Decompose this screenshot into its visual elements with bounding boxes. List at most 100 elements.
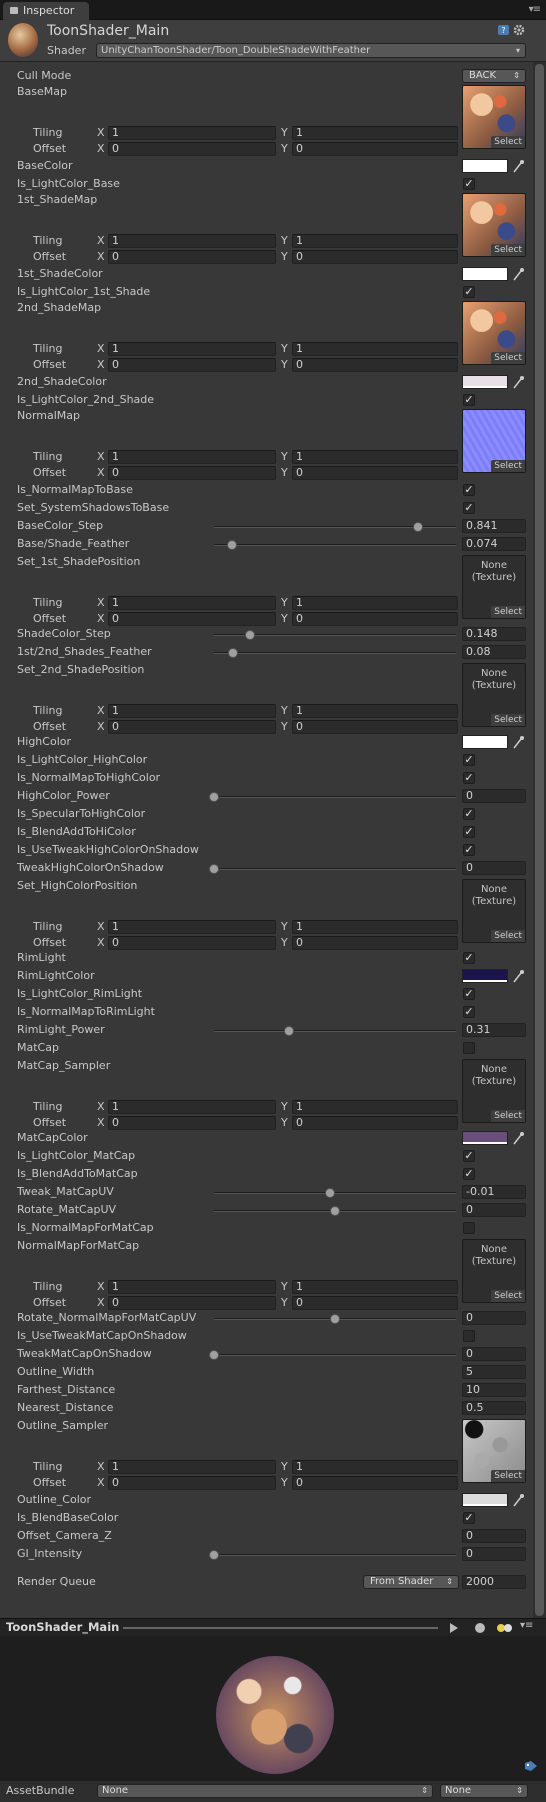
shademap1-tiling-y-field[interactable]: 1 — [292, 234, 458, 248]
shademap2-tiling-y-field[interactable]: 1 — [292, 342, 458, 356]
texture-select-button[interactable]: Select — [491, 714, 525, 726]
tweak_hc-slider-track[interactable] — [214, 868, 456, 870]
nm_for_matcap-offset-y-field[interactable]: 0 — [292, 1296, 458, 1310]
texture-select-button[interactable]: Select — [491, 352, 525, 364]
basemap-offset-y-field[interactable]: 0 — [292, 142, 458, 156]
tag-icon[interactable] — [524, 1760, 538, 1772]
rotate_nm_matcap-slider-knob[interactable] — [330, 1314, 340, 1324]
set_hc_pos-tiling-y-field[interactable]: 1 — [292, 920, 458, 934]
menu-icon[interactable]: ▾≡ — [529, 4, 541, 15]
set_1st_pos-texture-slot[interactable]: None (Texture) Select — [462, 555, 526, 619]
shademap1-offset-y-field[interactable]: 0 — [292, 250, 458, 264]
tweak_matcap_shadow-slider-track[interactable] — [214, 1354, 456, 1356]
shades_feather-value[interactable]: 0.08 — [462, 645, 526, 659]
shademap1-tiling-x-field[interactable]: 1 — [108, 234, 276, 248]
cull-mode-dropdown[interactable]: BACK ⇕ — [462, 69, 526, 83]
set_1st_pos-tiling-x-field[interactable]: 1 — [108, 596, 276, 610]
rim_power-slider-track[interactable] — [214, 1030, 456, 1032]
set_hc_pos-offset-x-field[interactable]: 0 — [108, 936, 276, 950]
set_2nd_pos-tiling-x-field[interactable]: 1 — [108, 704, 276, 718]
lights-icon[interactable] — [496, 1622, 514, 1634]
normalmap-tiling-y-field[interactable]: 1 — [292, 450, 458, 464]
rim_power-slider-knob[interactable] — [284, 1026, 295, 1036]
is_lc_matcap-checkbox[interactable]: ✓ — [463, 1150, 475, 1162]
tweak_hc-slider-knob[interactable] — [209, 864, 219, 874]
shadecolor1-color-swatch[interactable] — [462, 267, 508, 281]
is_spec_hc-checkbox[interactable]: ✓ — [463, 808, 475, 820]
lock-icon[interactable] — [10, 7, 18, 14]
preview-area[interactable] — [0, 1636, 546, 1781]
matcap-checkbox[interactable] — [463, 1042, 475, 1054]
is_nm_rim-checkbox[interactable]: ✓ — [463, 1006, 475, 1018]
rim_power-value[interactable]: 0.31 — [462, 1023, 526, 1037]
outline_color-eyedropper-icon[interactable] — [512, 1493, 524, 1507]
texture-select-button[interactable]: Select — [491, 136, 525, 148]
shademap1-texture-slot[interactable]: Select — [462, 193, 526, 257]
outline_color-color-swatch[interactable] — [462, 1493, 508, 1507]
shademap2-tiling-x-field[interactable]: 1 — [108, 342, 276, 356]
rotate_matcap-value[interactable]: 0 — [462, 1203, 526, 1217]
texture-select-button[interactable]: Select — [491, 1110, 525, 1122]
basecolor_step-slider-knob[interactable] — [412, 522, 423, 532]
render-queue-value[interactable]: 2000 — [462, 1575, 526, 1589]
outline_width-value[interactable]: 5 — [462, 1365, 526, 1379]
sphere-icon[interactable] — [474, 1622, 486, 1634]
shadecolor_step-value[interactable]: 0.148 — [462, 627, 526, 641]
outline_sampler-offset-y-field[interactable]: 0 — [292, 1476, 458, 1490]
outline_sampler-tiling-y-field[interactable]: 1 — [292, 1460, 458, 1474]
set_1st_pos-offset-y-field[interactable]: 0 — [292, 612, 458, 626]
assetbundle-dropdown[interactable]: None ⇕ — [97, 1784, 433, 1798]
set_2nd_pos-tiling-y-field[interactable]: 1 — [292, 704, 458, 718]
matcap_sampler-tiling-y-field[interactable]: 1 — [292, 1100, 458, 1114]
texture-select-button[interactable]: Select — [491, 460, 525, 472]
set_1st_pos-tiling-y-field[interactable]: 1 — [292, 596, 458, 610]
basemap-tiling-y-field[interactable]: 1 — [292, 126, 458, 140]
basemap-texture-slot[interactable]: Select — [462, 85, 526, 149]
rotate_nm_matcap-value[interactable]: 0 — [462, 1311, 526, 1325]
offset_cam-value[interactable]: 0 — [462, 1529, 526, 1543]
outline_sampler-texture-slot[interactable]: Select — [462, 1419, 526, 1483]
tweak_matcap-value[interactable]: -0.01 — [462, 1185, 526, 1199]
gi-slider-track[interactable] — [214, 1554, 456, 1556]
assetbundle-variant-dropdown[interactable]: None ⇕ — [440, 1784, 528, 1798]
set_2nd_pos-offset-y-field[interactable]: 0 — [292, 720, 458, 734]
nm_for_matcap-tiling-y-field[interactable]: 1 — [292, 1280, 458, 1294]
preview-menu-icon[interactable]: ▾≡ — [520, 1620, 533, 1631]
tweak_matcap_shadow-value[interactable]: 0 — [462, 1347, 526, 1361]
material-preview-sphere[interactable] — [216, 1656, 334, 1774]
is_blend_matcap-checkbox[interactable]: ✓ — [463, 1168, 475, 1180]
is_nm_base-checkbox[interactable]: ✓ — [463, 484, 475, 496]
render-queue-dropdown[interactable]: From Shader ⇕ — [363, 1575, 459, 1589]
shades_feather-slider-knob[interactable] — [228, 648, 239, 658]
matcap_color-eyedropper-icon[interactable] — [512, 1131, 524, 1145]
gi-slider-knob[interactable] — [209, 1550, 219, 1560]
rotate_matcap-slider-knob[interactable] — [330, 1206, 340, 1216]
shadecolor_step-slider-knob[interactable] — [244, 630, 255, 640]
help-icon[interactable]: ? — [497, 24, 510, 36]
is_lc_hc-checkbox[interactable]: ✓ — [463, 754, 475, 766]
outline_sampler-offset-x-field[interactable]: 0 — [108, 1476, 276, 1490]
is_lc_1st-checkbox[interactable]: ✓ — [463, 286, 475, 298]
texture-select-button[interactable]: Select — [491, 930, 525, 942]
tab-inspector[interactable]: Inspector — [3, 2, 89, 20]
shadecolor2-eyedropper-icon[interactable] — [512, 375, 524, 389]
preview-drag-bar[interactable] — [123, 1627, 438, 1629]
normalmap-texture-slot[interactable]: Select — [462, 409, 526, 473]
is_lc_2nd-checkbox[interactable]: ✓ — [463, 394, 475, 406]
nm_for_matcap-tiling-x-field[interactable]: 1 — [108, 1280, 276, 1294]
is_lc_rim-checkbox[interactable]: ✓ — [463, 988, 475, 1000]
hc_power-slider-track[interactable] — [214, 796, 456, 798]
is_lc_base-checkbox[interactable]: ✓ — [463, 178, 475, 190]
is_blend_hc-checkbox[interactable]: ✓ — [463, 826, 475, 838]
shademap2-texture-slot[interactable]: Select — [462, 301, 526, 365]
matcap_sampler-tiling-x-field[interactable]: 1 — [108, 1100, 276, 1114]
texture-select-button[interactable]: Select — [491, 1290, 525, 1302]
base_shade_feather-value[interactable]: 0.074 — [462, 537, 526, 551]
set_hc_pos-texture-slot[interactable]: None (Texture) Select — [462, 879, 526, 943]
set_hc_pos-offset-y-field[interactable]: 0 — [292, 936, 458, 950]
hc_power-value[interactable]: 0 — [462, 789, 526, 803]
matcap_sampler-texture-slot[interactable]: None (Texture) Select — [462, 1059, 526, 1123]
gear-icon[interactable] — [513, 24, 526, 36]
is_blend_base-checkbox[interactable]: ✓ — [463, 1512, 475, 1524]
highcolor-eyedropper-icon[interactable] — [512, 735, 524, 749]
